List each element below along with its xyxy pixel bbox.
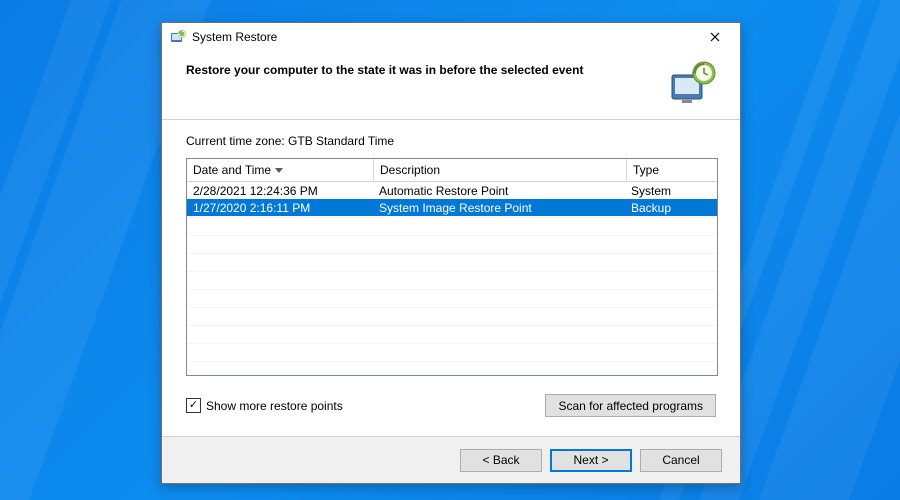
scan-affected-programs-button[interactable]: Scan for affected programs [545, 394, 716, 417]
cell-type: Backup [625, 200, 717, 216]
timezone-label: Current time zone: GTB Standard Time [186, 134, 716, 148]
cell-type: System [625, 183, 717, 199]
cell-description: Automatic Restore Point [373, 183, 625, 199]
titlebar: System Restore [162, 23, 740, 51]
show-more-restore-points-checkbox[interactable]: ✓ Show more restore points [186, 398, 545, 413]
show-more-label: Show more restore points [206, 399, 343, 413]
wizard-body: Current time zone: GTB Standard Time Dat… [162, 119, 740, 427]
cell-date: 2/28/2021 12:24:36 PM [187, 183, 373, 199]
wizard-instruction: Restore your computer to the state it wa… [186, 59, 656, 77]
wizard-footer: < Back Next > Cancel [162, 436, 740, 483]
close-button[interactable] [698, 26, 732, 48]
cancel-button[interactable]: Cancel [640, 449, 722, 472]
table-body: 2/28/2021 12:24:36 PMAutomatic Restore P… [187, 182, 717, 375]
column-description[interactable]: Description [374, 159, 627, 181]
window-title: System Restore [192, 30, 698, 44]
table-row[interactable]: 2/28/2021 12:24:36 PMAutomatic Restore P… [187, 182, 717, 199]
table-header: Date and Time Description Type [187, 159, 717, 182]
table-row[interactable]: 1/27/2020 2:16:11 PMSystem Image Restore… [187, 199, 717, 216]
checkbox-icon: ✓ [186, 398, 201, 413]
next-button[interactable]: Next > [550, 449, 632, 472]
restore-points-table: Date and Time Description Type 2/28/2021… [186, 158, 718, 376]
wizard-header: Restore your computer to the state it wa… [162, 51, 740, 119]
system-restore-icon [170, 29, 186, 45]
cell-date: 1/27/2020 2:16:11 PM [187, 200, 373, 216]
cell-description: System Image Restore Point [373, 200, 625, 216]
back-button[interactable]: < Back [460, 449, 542, 472]
column-date-time[interactable]: Date and Time [187, 159, 374, 181]
system-restore-window: System Restore Restore your computer to … [161, 22, 741, 484]
restore-graphic-icon [668, 59, 716, 107]
column-type[interactable]: Type [627, 159, 717, 181]
